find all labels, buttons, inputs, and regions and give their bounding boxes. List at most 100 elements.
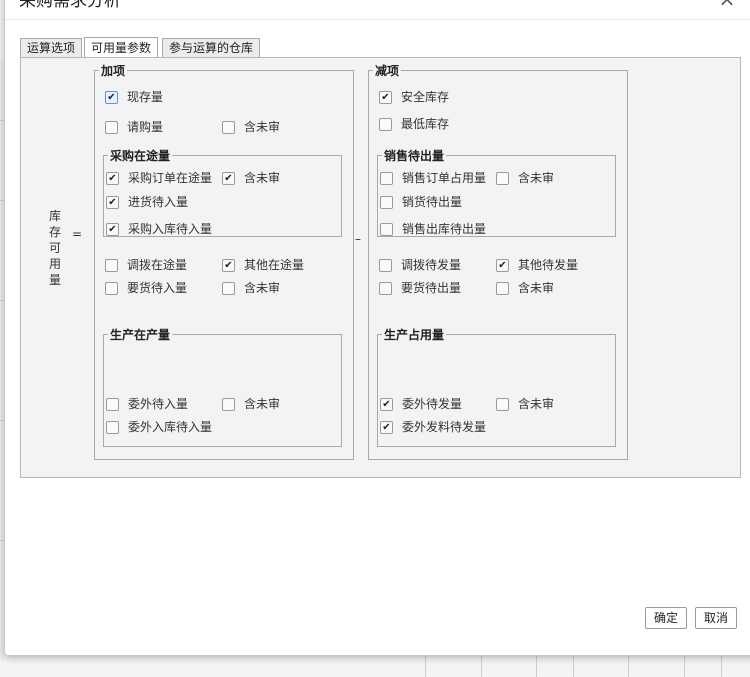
checkbox-label: 销售出库待出量 [402,222,487,236]
checkbox-label: 其他在途量 [244,258,305,272]
checkbox-box [222,281,235,295]
checkbox-box [496,281,509,295]
checkbox-box: ✔ [222,258,235,272]
checkbox-label: 安全库存 [401,90,450,104]
delivery-pending-checkbox[interactable]: 销货待出量 [380,194,462,210]
checkbox-label: 要货待入量 [127,281,188,295]
requisition-out-unaudited-checkbox[interactable]: 含未审 [496,280,554,296]
checkbox-box [380,222,393,236]
request-unaudited-checkbox[interactable]: 含未审 [222,119,280,135]
checkbox-label: 销货待出量 [402,195,463,209]
production-usage-legend: 生产占用量 [384,328,445,342]
checkbox-box: ✔ [379,90,392,104]
requisition-pending-out-checkbox[interactable]: 要货待出量 [379,280,461,296]
so-reserved-checkbox[interactable]: 销售订单占用量 [380,170,486,186]
other-pending-checkbox[interactable]: ✔ 其他待发量 [496,257,578,273]
tab-available-params[interactable]: 可用量参数 [84,37,159,58]
checkbox-label: 要货待出量 [401,281,462,295]
arrival-pending-checkbox[interactable]: ✔ 进货待入量 [106,194,188,210]
tab-calc-options[interactable]: 运算选项 [20,38,83,58]
checkbox-label: 现存量 [127,90,164,104]
subtract-section: 减项 ✔ 安全库存 最低库存 销售待出量 销售订单占用量 含未审 销货待出量 销… [368,62,628,460]
checkbox-box [379,117,392,131]
add-section-legend: 加项 [101,64,126,78]
min-stock-checkbox[interactable]: 最低库存 [379,116,449,132]
checkbox-box [496,397,509,411]
outsourced-issue-checkbox[interactable]: ✔ 委外待发量 [380,396,462,412]
checkbox-box [105,258,118,272]
subtract-section-legend: 减项 [375,64,400,78]
checkbox-box [222,397,235,411]
available-stock-label: 库存可用量 [48,209,61,287]
checkbox-label: 含未审 [518,281,555,295]
po-transit-checkbox[interactable]: ✔ 采购订单在途量 [106,170,212,186]
minus-sign: – [355,232,361,246]
outsourced-inbound-checkbox[interactable]: 委外待入量 [106,396,188,412]
onhand-checkbox[interactable]: ✔ 现存量 [105,89,163,105]
outsourced-warehouse-inbound-checkbox[interactable]: 委外入库待入量 [106,419,212,435]
dialog-title: 采购需求分析 [19,0,121,11]
production-in-progress-group: 生产在产量 委外待入量 含未审 委外入库待入量 [103,326,342,447]
checkbox-box [379,281,392,295]
checkbox-box: ✔ [380,420,393,434]
checkbox-box: ✔ [106,195,119,209]
checkbox-label: 最低库存 [401,117,450,131]
title-divider [5,19,750,20]
checkbox-label: 委外待入量 [128,397,189,411]
checkbox-box: ✔ [106,171,119,185]
purchase-demand-dialog: 采购需求分析 × 运算选项 可用量参数 参与运算的仓库 库存可用量 = – 加项… [4,0,750,656]
checkbox-box [496,171,509,185]
sales-pending-out-legend: 销售待出量 [384,149,445,163]
checkbox-label: 采购入库待入量 [128,222,213,236]
outsourced-issue-unaudited-checkbox[interactable]: 含未审 [496,396,554,412]
checkbox-box: ✔ [380,397,393,411]
other-transit-checkbox[interactable]: ✔ 其他在途量 [222,257,304,273]
po-unaudited-checkbox[interactable]: ✔ 含未审 [222,170,280,186]
cancel-button[interactable]: 取消 [695,607,738,629]
tab-warehouses[interactable]: 参与运算的仓库 [162,38,261,58]
checkbox-label: 调拨在途量 [127,258,188,272]
purchase-inbound-pending-checkbox[interactable]: ✔ 采购入库待入量 [106,221,212,237]
production-usage-group: 生产占用量 ✔ 委外待发量 含未审 ✔ 委外发料待发量 [377,326,616,447]
checkbox-label: 含未审 [244,120,281,134]
checkbox-label: 含未审 [244,397,281,411]
transfer-transit-checkbox[interactable]: 调拨在途量 [105,257,187,273]
checkbox-box [106,397,119,411]
checkbox-label: 含未审 [244,281,281,295]
production-in-progress-legend: 生产在产量 [110,328,171,342]
transfer-pending-checkbox[interactable]: 调拨待发量 [379,257,461,273]
requisition-pending-checkbox[interactable]: 要货待入量 [105,280,187,296]
sales-pending-out-group: 销售待出量 销售订单占用量 含未审 销货待出量 销售出库待出量 [377,147,616,237]
tab-panel: 库存可用量 = – 加项 ✔ 现存量 请购量 含未审 采购在途量 ✔ 采购订单在… [20,57,741,478]
request-checkbox[interactable]: 请购量 [105,119,163,135]
sales-outbound-pending-checkbox[interactable]: 销售出库待出量 [380,221,486,237]
checkbox-label: 含未审 [518,397,555,411]
checkbox-label: 委外发料待发量 [402,420,487,434]
checkbox-label: 调拨待发量 [401,258,462,272]
checkbox-box [380,195,393,209]
ok-button[interactable]: 确定 [645,607,688,629]
requisition-unaudited-checkbox[interactable]: 含未审 [222,280,280,296]
checkbox-label: 进货待入量 [128,195,189,209]
checkbox-label: 含未审 [518,171,555,185]
checkbox-label: 委外待发量 [402,397,463,411]
close-icon[interactable]: × [717,0,737,11]
checkbox-box: ✔ [106,222,119,236]
outsourced-unaudited-checkbox[interactable]: 含未审 [222,396,280,412]
checkbox-label: 采购订单在途量 [128,171,213,185]
checkbox-box [222,120,235,134]
checkbox-box: ✔ [105,90,118,104]
checkbox-box [105,120,118,134]
checkbox-label: 请购量 [127,120,164,134]
so-unaudited-checkbox[interactable]: 含未审 [496,170,554,186]
checkbox-box [380,171,393,185]
outsourced-material-issue-checkbox[interactable]: ✔ 委外发料待发量 [380,419,486,435]
checkbox-label: 销售订单占用量 [402,171,487,185]
checkbox-box [106,420,119,434]
checkbox-box: ✔ [222,171,235,185]
purchase-transit-legend: 采购在途量 [110,149,171,163]
safety-stock-checkbox[interactable]: ✔ 安全库存 [379,89,449,105]
add-section: 加项 ✔ 现存量 请购量 含未审 采购在途量 ✔ 采购订单在途量 ✔ 含未审 ✔… [94,62,354,460]
checkbox-label: 含未审 [244,171,281,185]
checkbox-box [105,281,118,295]
